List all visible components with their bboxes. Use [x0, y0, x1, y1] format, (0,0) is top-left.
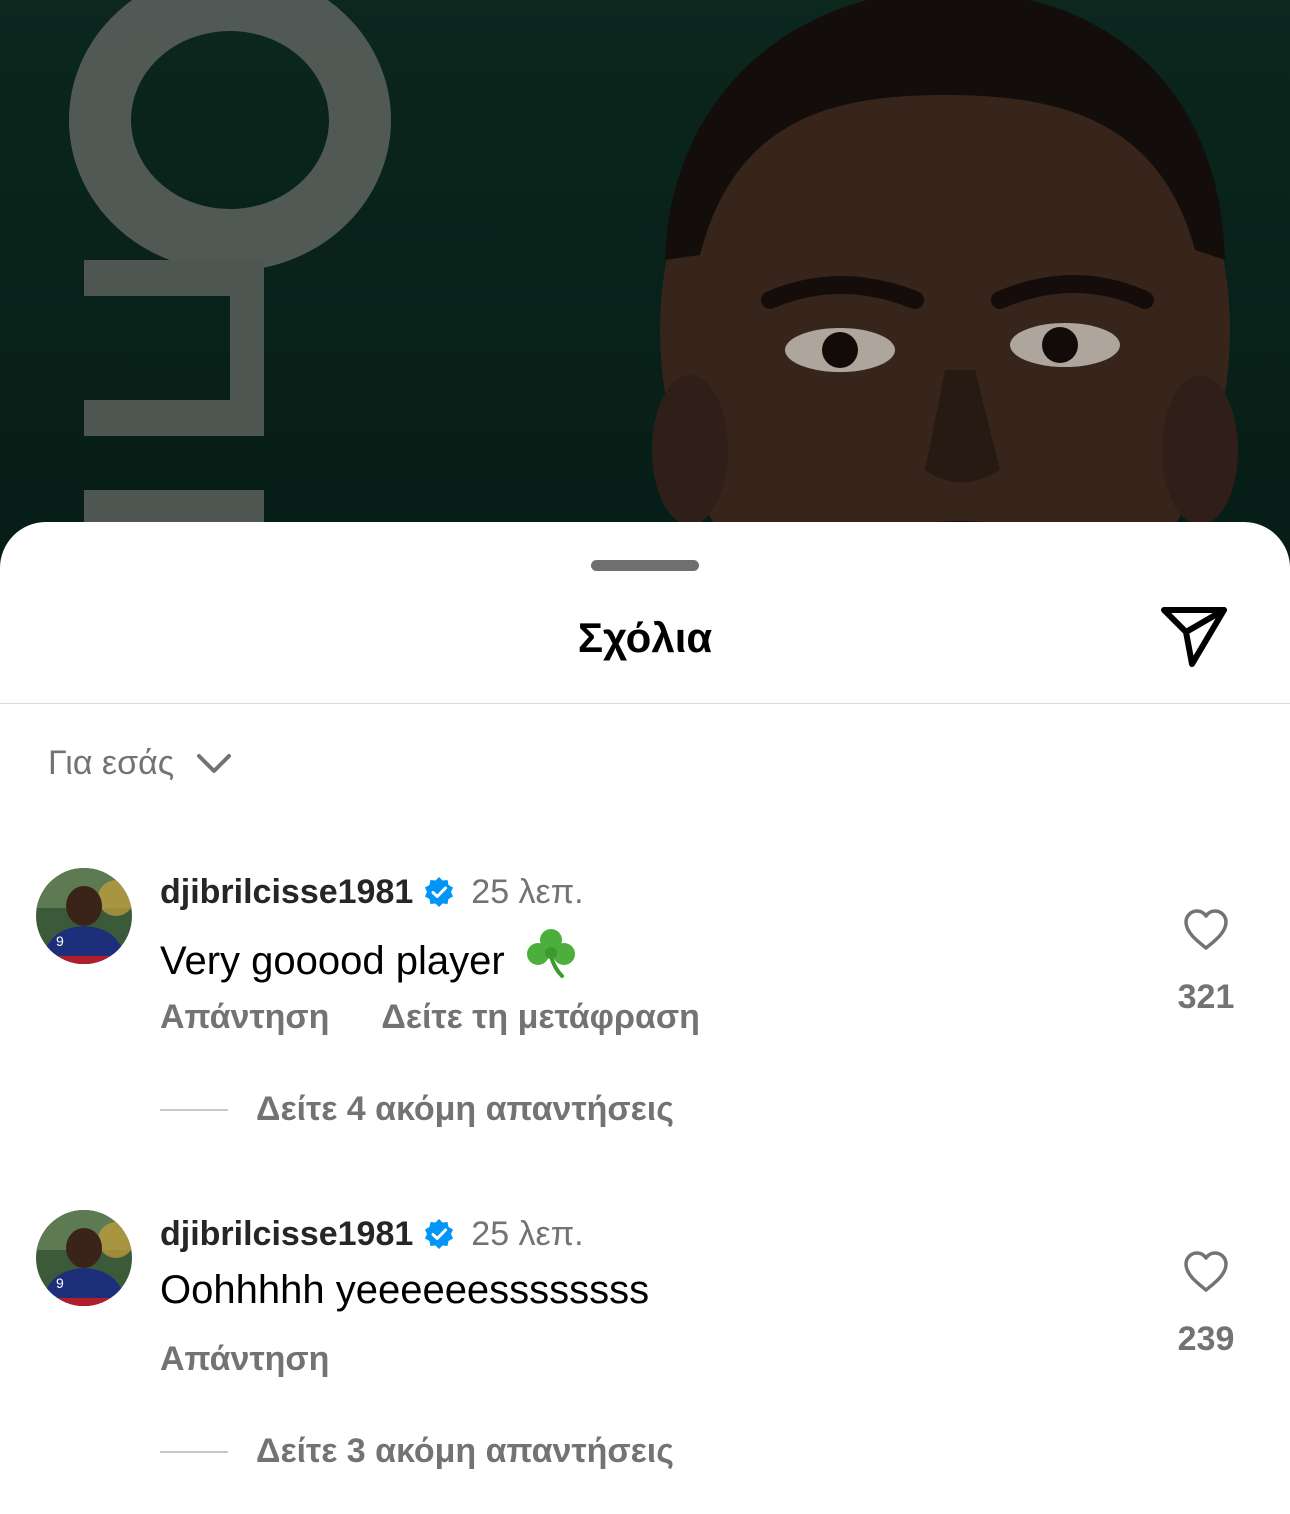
share-button[interactable]: [1158, 604, 1230, 668]
see-translation-button[interactable]: Δείτε τη μετάφραση: [381, 998, 700, 1037]
heart-icon[interactable]: [1182, 1250, 1230, 1294]
post-image: [0, 0, 1290, 560]
comment-meta: djibrilcisse1981 25 λεπ.: [160, 872, 584, 912]
avatar-image: 9: [36, 868, 132, 964]
view-more-replies-button[interactable]: Δείτε 4 ακόμη απαντήσεις: [160, 1090, 674, 1129]
chevron-down-icon: [197, 753, 232, 773]
verified-badge-icon: [425, 877, 454, 907]
avatar[interactable]: 9: [36, 1210, 132, 1306]
comment-text: Oohhhhh yeeeeeessssssss: [160, 1268, 650, 1312]
view-more-replies-button[interactable]: Δείτε 3 ακόμη απαντήσεις: [160, 1432, 674, 1471]
sort-label: Για εσάς: [48, 744, 175, 782]
comment-actions: Απάντηση Δείτε τη μετάφραση: [160, 998, 700, 1037]
shamrock-icon: [526, 929, 575, 978]
avatar-image: 9: [36, 1210, 132, 1306]
sheet-title: Σχόλια: [577, 614, 713, 661]
verified-badge-icon: [425, 1219, 454, 1249]
comment-actions: Απάντηση: [160, 1340, 329, 1379]
sheet-drag-handle[interactable]: [591, 560, 699, 571]
comment-username[interactable]: djibrilcisse1981: [160, 873, 413, 912]
sort-dropdown[interactable]: Για εσάς: [48, 744, 232, 783]
like-control: 321: [1166, 908, 1246, 1017]
heart-icon[interactable]: [1182, 908, 1230, 952]
svg-text:9: 9: [56, 1275, 64, 1291]
comment-text-row: Very gooood player: [160, 926, 578, 984]
comment-time: 25 λεπ.: [471, 1214, 584, 1253]
view-more-replies-label: Δείτε 4 ακόμη απαντήσεις: [256, 1090, 674, 1128]
replies-line: [160, 1108, 228, 1111]
comment-time: 25 λεπ.: [471, 872, 584, 911]
paper-plane-icon: [1161, 607, 1227, 667]
comment-text: Very gooood player: [160, 939, 505, 983]
header-divider: [0, 703, 1290, 704]
reply-button[interactable]: Απάντηση: [160, 1340, 329, 1379]
like-control: 239: [1166, 1250, 1246, 1359]
reply-button[interactable]: Απάντηση: [160, 998, 329, 1037]
svg-text:9: 9: [56, 933, 64, 949]
like-count: 321: [1177, 978, 1235, 1016]
comment-username[interactable]: djibrilcisse1981: [160, 1215, 413, 1254]
replies-line: [160, 1450, 228, 1453]
comments-sheet: Σχόλια Για εσάς 9 djibrilcisse1981 25 λε…: [0, 522, 1290, 1514]
comment-meta: djibrilcisse1981 25 λεπ.: [160, 1214, 584, 1254]
like-count: 239: [1177, 1320, 1235, 1358]
avatar[interactable]: 9: [36, 868, 132, 964]
view-more-replies-label: Δείτε 3 ακόμη απαντήσεις: [256, 1432, 674, 1470]
